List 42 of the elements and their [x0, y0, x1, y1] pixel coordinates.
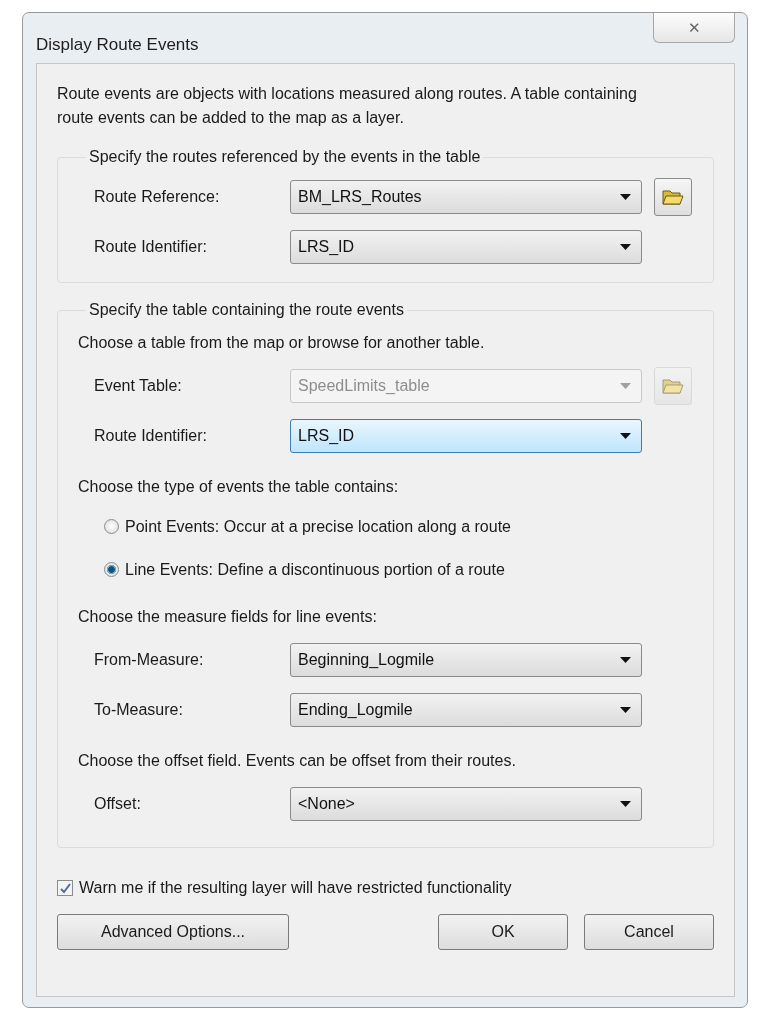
caret-icon [620, 194, 631, 200]
folder-icon [662, 188, 684, 206]
instruction-text: Choose the measure fields for line events: [78, 607, 378, 627]
group-title: Specify the routes referenced by the events in the table [88, 148, 482, 166]
dropdown[interactable]: Ending_Logmile [290, 693, 642, 727]
caret-icon [620, 244, 631, 250]
folder-icon [662, 377, 684, 395]
dialog-button[interactable]: Cancel [584, 914, 714, 950]
caret-icon [620, 801, 631, 807]
dropdown[interactable]: <None> [290, 787, 642, 821]
radio-button[interactable] [104, 562, 119, 577]
caret-icon [620, 707, 631, 713]
dropdown[interactable]: LRS_ID [290, 419, 642, 453]
instruction-text: Choose the type of events the table contains: [78, 477, 400, 497]
field-label: Route Identifier: [94, 238, 208, 256]
radio-label: Line Events: Define a discontinuous portion of a route [125, 560, 505, 579]
description-text: Route events are objects with locations measured along routes. A table containing route events can be added to the map as a layer. [57, 84, 638, 128]
radio-label: Point Events: Occur at a precise location along a route [125, 517, 511, 536]
instruction-text: Choose a table from the map or browse for another table. [78, 333, 486, 353]
dropdown[interactable]: Beginning_Logmile [290, 643, 642, 677]
dropdown[interactable]: LRS_ID [290, 230, 642, 264]
instruction-text: Choose the offset field. Events can be offset from their routes. [78, 751, 517, 771]
close-button[interactable]: ✕ [653, 13, 735, 43]
field-label: From-Measure: [94, 651, 205, 669]
dialog-button[interactable]: OK [438, 914, 568, 950]
caret-icon [620, 657, 631, 663]
advanced-options-button[interactable]: Advanced Options... [57, 914, 289, 950]
caret-icon [620, 383, 631, 389]
field-label: To-Measure: [94, 701, 184, 719]
field-label: Offset: [94, 795, 142, 813]
checkbox[interactable] [57, 880, 73, 896]
field-label: Route Reference: [94, 188, 221, 206]
group-title: Specify the table containing the route events [88, 301, 405, 319]
checkbox-label: Warn me if the resulting layer will have restricted functionality [79, 879, 512, 897]
browse-button[interactable] [654, 178, 692, 216]
field-label: Route Identifier: [94, 427, 208, 445]
dropdown[interactable]: BM_LRS_Routes [290, 180, 642, 214]
check-icon [59, 882, 71, 894]
caret-icon [620, 433, 631, 439]
radio-button[interactable] [104, 519, 119, 534]
field-label: Event Table: [94, 377, 183, 395]
window-title: Display Route Events [36, 35, 199, 55]
